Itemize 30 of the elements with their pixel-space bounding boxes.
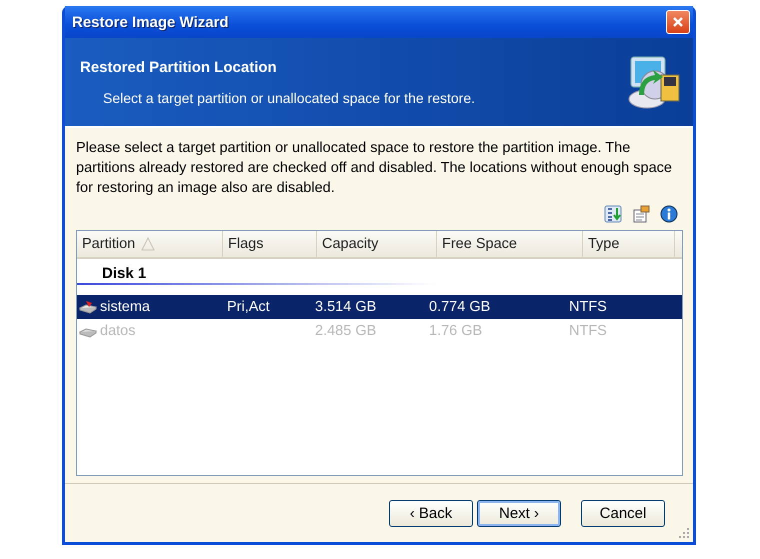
table-cell: sistema	[100, 299, 150, 315]
window-title: Restore Image Wizard	[72, 14, 229, 30]
drive-icon	[79, 300, 97, 314]
sort-icon[interactable]	[603, 204, 623, 224]
resize-grip-icon	[678, 527, 690, 539]
next-button[interactable]: Next ›	[477, 500, 561, 526]
column-header[interactable]: Type	[583, 231, 675, 257]
info-icon[interactable]	[659, 204, 679, 224]
cancel-button[interactable]: Cancel	[581, 500, 665, 526]
table-cell: NTFS	[569, 299, 607, 315]
table-cell: 2.485 GB	[315, 323, 376, 339]
column-header[interactable]: Free Space	[437, 231, 583, 257]
table-cell: Pri,Act	[227, 299, 270, 315]
properties-icon[interactable]	[631, 204, 651, 224]
page-subtitle: Select a target partition or unallocated space for the restore.	[102, 90, 475, 106]
partition-row[interactable]: sistema Pri,Act 3.514 GB 0.774 GB NTFS	[77, 295, 682, 319]
page-title: Restored Partition Location	[80, 58, 278, 76]
back-button[interactable]: ‹ Back	[389, 500, 473, 526]
column-header[interactable]: Partition	[77, 231, 223, 257]
close-icon	[671, 15, 685, 29]
table-cell: 1.76 GB	[429, 323, 482, 339]
table-cell: NTFS	[569, 323, 607, 339]
column-header[interactable]: Capacity	[317, 231, 437, 257]
column-header[interactable]: Flags	[223, 231, 317, 257]
close-button[interactable]	[666, 10, 690, 34]
table-cell: datos	[100, 323, 136, 339]
table-cell: 3.514 GB	[315, 299, 376, 315]
instructions-text: Please select a target partition or unallocated space to restore the partition image. The partitions already restored are checked off and disabled. The locations without enough space for restoring an image also are disabled.	[76, 139, 673, 198]
table-cell: 0.774 GB	[429, 299, 490, 315]
disk-group-label: Disk 1	[102, 264, 148, 282]
